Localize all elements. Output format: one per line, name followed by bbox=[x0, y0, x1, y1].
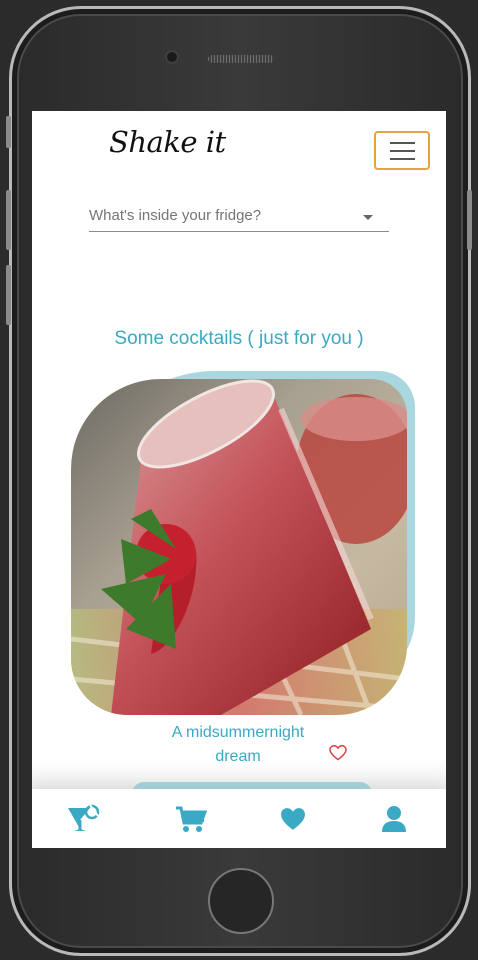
home-button[interactable] bbox=[208, 868, 274, 934]
front-camera bbox=[165, 50, 179, 64]
user-icon bbox=[382, 806, 406, 832]
dropdown-arrow-icon bbox=[363, 215, 373, 220]
cocktail-card[interactable] bbox=[71, 369, 417, 719]
menu-toggle-button[interactable] bbox=[374, 131, 430, 170]
volume-down-button bbox=[6, 265, 11, 325]
section-title: Some cocktails ( just for you ) bbox=[114, 328, 364, 349]
mute-switch bbox=[6, 116, 11, 148]
app-screen: Shake it What's inside your fridge? Some… bbox=[32, 111, 446, 848]
volume-up-button bbox=[6, 190, 11, 250]
nav-cocktails[interactable] bbox=[64, 801, 104, 837]
hamburger-icon bbox=[389, 157, 415, 160]
heart-icon bbox=[281, 808, 305, 830]
cocktail-image[interactable] bbox=[71, 379, 407, 715]
top-navbar: Shake it bbox=[32, 111, 446, 191]
bottom-navigation bbox=[32, 789, 446, 848]
fridge-select-placeholder: What's inside your fridge? bbox=[89, 207, 262, 224]
earpiece-speaker bbox=[208, 55, 274, 63]
brand-logo[interactable]: Shake it bbox=[109, 125, 226, 159]
hamburger-icon bbox=[389, 141, 415, 144]
cocktail-name-line1: A midsummernight bbox=[171, 724, 305, 741]
fridge-ingredients-select[interactable]: What's inside your fridge? bbox=[89, 202, 389, 232]
hamburger-icon bbox=[389, 149, 415, 152]
nav-cart[interactable] bbox=[171, 801, 211, 837]
nav-favorites[interactable] bbox=[273, 801, 313, 837]
power-button bbox=[467, 190, 472, 250]
nav-profile[interactable] bbox=[374, 801, 414, 837]
cocktail-icon bbox=[68, 804, 100, 831]
cart-icon bbox=[176, 806, 207, 832]
